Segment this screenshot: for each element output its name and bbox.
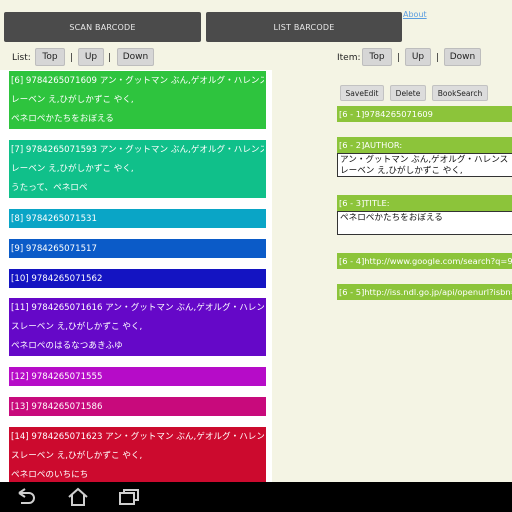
field-isbn-header: [6 - 1]9784265071609 <box>337 106 512 122</box>
about-link[interactable]: About <box>403 10 427 19</box>
list-separator: | <box>108 53 112 63</box>
list-separator: | <box>70 53 74 63</box>
field-title-header: [6 - 3]TITLE: <box>337 195 512 211</box>
list-item-line: [8] 9784265071531 <box>11 214 97 224</box>
list-item-line: スレーベン え,ひがしかずこ やく, <box>11 322 143 332</box>
list-top-button[interactable]: Top <box>35 48 65 66</box>
list-item-line: [12] 9784265071555 <box>11 372 103 382</box>
list-up-button[interactable]: Up <box>78 48 104 66</box>
list-item-line: [6] 9784265071609 アン・グットマン ぶん,ゲオルグ・ハレンス <box>11 76 264 86</box>
field-google-link[interactable]: [6 - 4]http://www.google.com/search?q=97… <box>337 253 512 269</box>
list-item[interactable]: [9] 9784265071517 <box>9 239 266 258</box>
save-edit-button[interactable]: SaveEdit <box>340 85 384 101</box>
list-item-line: うたって、ペネロペ <box>11 183 88 193</box>
list-barcode-button[interactable]: LIST BARCODE <box>206 12 402 42</box>
item-detail-panel <box>332 70 512 482</box>
author-field[interactable]: アン・グットマン ぶん,ゲオルグ・ハレンスレーベン え,ひがしかずこ やく, <box>337 153 512 177</box>
title-field[interactable]: ペネロペかたちをおぼえる <box>337 211 512 235</box>
list-item[interactable]: [6] 9784265071609 アン・グットマン ぶん,ゲオルグ・ハレンス … <box>9 71 266 129</box>
barcode-list: [6] 9784265071609 アン・グットマン ぶん,ゲオルグ・ハレンス … <box>0 70 272 482</box>
list-item[interactable]: [13] 9784265071586 <box>9 397 266 416</box>
item-nav-label: Item: <box>337 53 361 63</box>
field-ndl-link[interactable]: [6 - 5]http://iss.ndl.go.jp/api/openurl?… <box>337 284 512 300</box>
list-item-line: [13] 9784265071586 <box>11 402 103 412</box>
list-item[interactable]: [10] 9784265071562 <box>9 269 266 288</box>
item-top-button[interactable]: Top <box>362 48 392 66</box>
list-item-line: [14] 9784265071623 アン・グットマン ぶん,ゲオルグ・ハレン <box>11 432 264 442</box>
list-item-line: ペネロペかたちをおぼえる <box>11 114 114 124</box>
list-item-line: レーベン え,ひがしかずこ やく, <box>11 95 134 105</box>
home-icon[interactable] <box>66 487 90 507</box>
system-navigation-bar <box>0 482 512 512</box>
scan-barcode-button[interactable]: SCAN BARCODE <box>4 12 201 42</box>
item-down-button[interactable]: Down <box>444 48 481 66</box>
book-search-button[interactable]: BookSearch <box>432 85 488 101</box>
list-item-line: [10] 9784265071562 <box>11 274 103 284</box>
list-item-line: レーベン え,ひがしかずこ やく, <box>11 164 134 174</box>
list-item-line: ペネロペのはるなつあきふゆ <box>11 341 123 351</box>
list-nav-label: List: <box>12 53 31 63</box>
item-separator: | <box>397 53 401 63</box>
list-item-line: [11] 9784265071616 アン・グットマン ぶん,ゲオルグ・ハレン <box>11 303 264 313</box>
list-item[interactable]: [14] 9784265071623 アン・グットマン ぶん,ゲオルグ・ハレン … <box>9 427 266 482</box>
recent-apps-icon[interactable] <box>117 487 141 507</box>
list-item[interactable]: [11] 9784265071616 アン・グットマン ぶん,ゲオルグ・ハレン … <box>9 298 266 356</box>
list-down-button[interactable]: Down <box>117 48 154 66</box>
back-icon[interactable] <box>13 487 37 507</box>
list-item[interactable]: [12] 9784265071555 <box>9 367 266 386</box>
list-item-line: [9] 9784265071517 <box>11 244 97 254</box>
list-item-line: スレーベン え,ひがしかずこ やく, <box>11 451 143 461</box>
item-up-button[interactable]: Up <box>405 48 431 66</box>
list-item-line: [7] 9784265071593 アン・グットマン ぶん,ゲオルグ・ハレンス <box>11 145 264 155</box>
list-item[interactable]: [8] 9784265071531 <box>9 209 266 228</box>
item-separator: | <box>436 53 440 63</box>
list-item[interactable]: [7] 9784265071593 アン・グットマン ぶん,ゲオルグ・ハレンス … <box>9 140 266 198</box>
delete-button[interactable]: Delete <box>390 85 426 101</box>
field-author-header: [6 - 2]AUTHOR: <box>337 137 512 153</box>
list-item-line: ペネロペのいちにち <box>11 470 89 480</box>
